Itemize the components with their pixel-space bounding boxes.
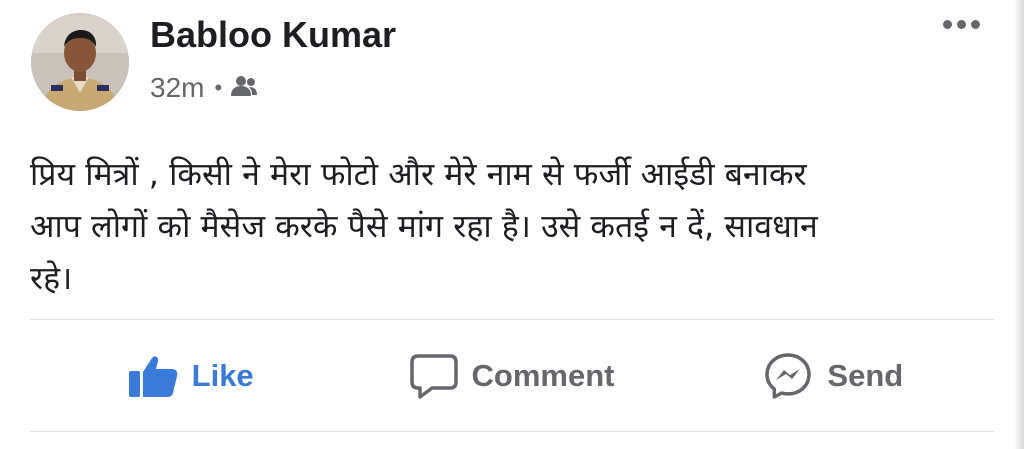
messenger-icon <box>763 351 813 401</box>
friends-icon[interactable] <box>230 72 258 104</box>
comment-label: Comment <box>471 358 615 393</box>
post-timestamp[interactable]: 32m <box>150 72 204 104</box>
profile-photo <box>31 13 129 111</box>
post-text-line: आप लोगों को मैसेज करके पैसे मांग रहा है।… <box>30 207 818 245</box>
post-text-line: प्रिय मित्रों , किसी ने मेरा फोटो और मेर… <box>30 155 807 193</box>
avatar[interactable] <box>31 13 129 111</box>
actions-top-divider <box>30 319 994 320</box>
more-options-icon[interactable] <box>943 20 980 29</box>
send-button[interactable]: Send <box>673 340 994 412</box>
thumbs-up-icon <box>128 354 178 398</box>
comment-button[interactable]: Comment <box>351 340 672 412</box>
post-actions-bar: Like Comment Send <box>30 340 994 412</box>
like-button[interactable]: Like <box>30 340 351 412</box>
actions-bottom-divider <box>30 431 994 432</box>
post-meta: 32m • <box>150 72 258 104</box>
screen-edge-shadow <box>1014 0 1024 449</box>
like-label: Like <box>191 358 254 393</box>
post-body: प्रिय मित्रों , किसी ने मेरा फोटो और मेर… <box>30 148 990 304</box>
meta-separator: • <box>214 75 223 100</box>
post-text-line: रहे। <box>30 259 73 297</box>
author-name[interactable]: Babloo Kumar <box>150 14 396 56</box>
comment-bubble-icon <box>409 353 458 399</box>
send-label: Send <box>827 358 904 393</box>
